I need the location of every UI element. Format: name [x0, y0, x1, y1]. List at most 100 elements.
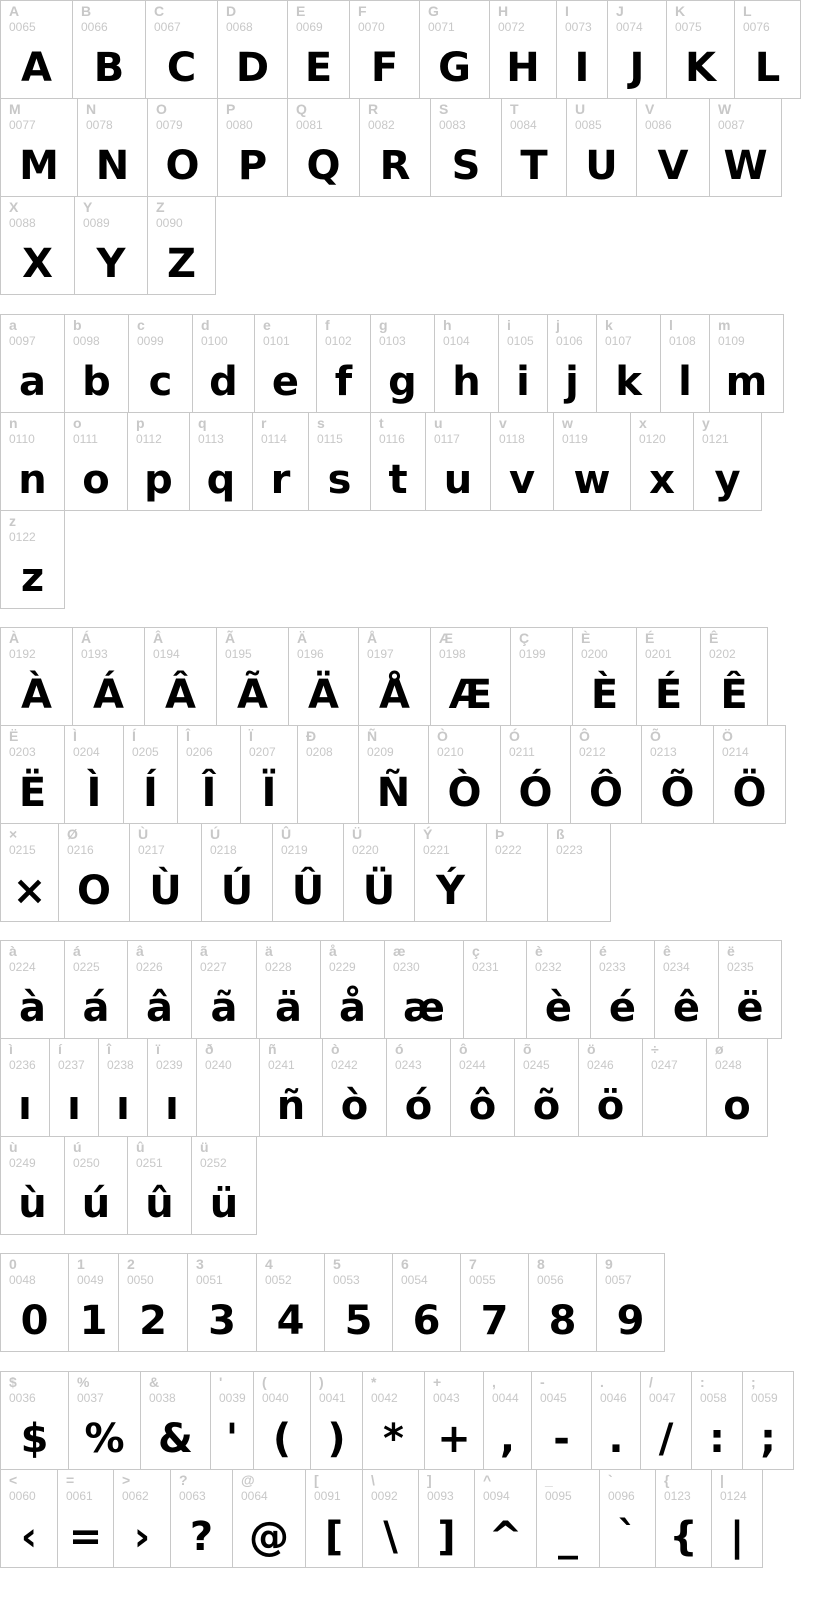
glyph-cell: 5 0053 5 — [324, 1253, 393, 1352]
glyph-preview: t — [388, 457, 408, 503]
char-label: b — [73, 317, 82, 333]
glyph-cell: Æ 0198 Æ — [430, 627, 511, 726]
char-label: 0 — [9, 1256, 17, 1272]
char-label: Â — [153, 630, 164, 646]
char-code: 0227 — [200, 960, 227, 974]
glyph-cell: × 0215 × — [0, 823, 59, 922]
char-code: 0096 — [608, 1489, 635, 1503]
char-code: 0042 — [371, 1391, 398, 1405]
glyph-preview: Ô — [588, 770, 623, 816]
glyph-preview: ı — [165, 1083, 179, 1129]
glyph-cell: ' 0039 ' — [210, 1371, 254, 1470]
glyph-cell: | 0124 | — [711, 1469, 763, 1568]
glyph-cell: Ã 0195 Ã — [216, 627, 289, 726]
glyph-cell: F 0070 F — [349, 0, 420, 99]
glyph-preview: G — [438, 45, 471, 91]
glyph-preview: ä — [275, 985, 302, 1031]
glyph-cell: _ 0095 _ — [536, 1469, 600, 1568]
glyph-cell: f 0102 f — [316, 314, 371, 413]
glyph-preview: 0 — [20, 1298, 49, 1344]
char-code: 0106 — [556, 334, 583, 348]
glyph-cell: (0040( — [253, 1371, 311, 1470]
char-label: Ù — [138, 826, 149, 842]
char-label: ] — [427, 1472, 432, 1488]
char-code: 0244 — [459, 1058, 486, 1072]
char-code: 0071 — [428, 20, 455, 34]
char-code: 0202 — [709, 647, 736, 661]
glyph-cell: o 0111 o — [64, 412, 128, 511]
glyph-cell: M 0077 M — [0, 98, 78, 197]
char-label: ` — [608, 1472, 613, 1488]
glyph-cell: s 0115 s — [308, 412, 371, 511]
char-code: 0053 — [333, 1273, 360, 1287]
char-label: ø — [715, 1041, 724, 1057]
glyph-cell: y 0121 y — [693, 412, 762, 511]
char-code: 0112 — [136, 432, 162, 446]
char-code: 0092 — [371, 1489, 398, 1503]
char-label: o — [73, 415, 82, 431]
char-label: \ — [371, 1472, 375, 1488]
char-code: 0228 — [265, 960, 292, 974]
char-label: å — [329, 943, 337, 959]
char-label: D — [226, 3, 237, 19]
char-code: 0210 — [437, 745, 464, 759]
char-label: S — [439, 101, 449, 117]
char-label: Ã — [225, 630, 236, 646]
glyph-preview: . — [608, 1416, 624, 1462]
char-label: 9 — [605, 1256, 613, 1272]
char-label: p — [136, 415, 145, 431]
char-label: c — [137, 317, 145, 333]
glyph-cell: g 0103 g — [370, 314, 435, 413]
glyph-preview: \ — [383, 1514, 398, 1560]
char-label: H — [498, 3, 509, 19]
glyph-preview: › — [133, 1514, 151, 1560]
glyph-cell: 8 0056 8 — [528, 1253, 597, 1352]
glyph-cell: d 0100 d — [192, 314, 255, 413]
char-label: G — [428, 3, 439, 19]
glyph-cell: . 0046. — [591, 1371, 641, 1470]
glyph-preview: ` — [617, 1514, 638, 1560]
char-label: ç — [472, 943, 480, 959]
char-code: 0057 — [605, 1273, 632, 1287]
char-label: Ê — [709, 630, 719, 646]
char-code: 0036 — [9, 1391, 36, 1405]
glyph-preview: É — [654, 672, 683, 718]
glyph-preview: u — [443, 457, 473, 503]
glyph-cell: N 0078 N — [77, 98, 148, 197]
char-label: ( — [262, 1374, 267, 1390]
glyph-preview: Ý — [436, 868, 465, 914]
char-label: q — [198, 415, 207, 431]
char-code: 0046 — [600, 1391, 627, 1405]
char-label: ) — [319, 1374, 324, 1390]
char-code: 0238 — [107, 1058, 134, 1072]
glyph-cell: ï 0239 ı — [147, 1038, 197, 1137]
glyph-preview: Á — [93, 672, 124, 718]
glyph-preview: q — [206, 457, 236, 503]
char-code: 0062 — [122, 1489, 149, 1503]
glyph-cell: Ê 0202 Ê — [700, 627, 768, 726]
glyph-cell: z 0122 z — [0, 510, 65, 609]
char-label: Í — [132, 728, 136, 744]
glyph-preview: Ù — [149, 868, 182, 914]
char-label: K — [675, 3, 686, 19]
glyph-preview: | — [729, 1514, 745, 1560]
char-code: 0097 — [9, 334, 36, 348]
glyph-preview: k — [615, 359, 642, 405]
char-code: 0074 — [616, 20, 643, 34]
glyph-cell: Ø 0216 O — [58, 823, 130, 922]
glyph-preview: æ — [403, 985, 445, 1031]
char-code: 0060 — [9, 1489, 36, 1503]
glyph-cell: B 0066 B — [72, 0, 146, 99]
char-label: + — [433, 1374, 442, 1390]
char-code: 0102 — [325, 334, 352, 348]
glyph-cell: 2 0050 2 — [118, 1253, 188, 1352]
char-label: 2 — [127, 1256, 135, 1272]
char-label: e — [263, 317, 271, 333]
char-code: 0041 — [319, 1391, 346, 1405]
char-code: 0087 — [718, 118, 745, 132]
glyph-cell: È 0200 È — [572, 627, 637, 726]
char-label: é — [599, 943, 607, 959]
char-code: 0220 — [352, 843, 379, 857]
char-label: è — [535, 943, 543, 959]
glyph-cell: é 0233 é — [590, 940, 655, 1039]
